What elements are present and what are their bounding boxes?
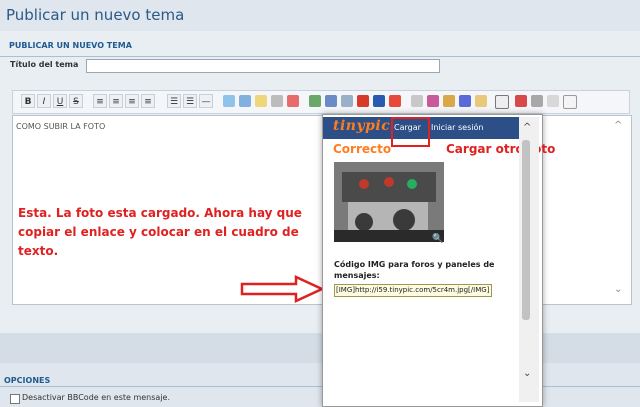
zoom-icon[interactable]: 🔍 — [432, 234, 443, 244]
underline-button[interactable]: U — [53, 94, 67, 108]
font-icon[interactable] — [427, 95, 439, 107]
strike-button[interactable]: S — [69, 94, 83, 108]
instruction-annotation: Esta. La foto esta cargado. Ahora hay qu… — [18, 206, 302, 258]
align-right-icon[interactable]: ≡ — [125, 94, 139, 108]
font-color-icon[interactable] — [459, 95, 471, 107]
italic-button[interactable]: I — [37, 94, 51, 108]
youtube-icon[interactable] — [357, 95, 369, 107]
disable-bbcode-label: Desactivar BBCode en este mensaje. — [22, 393, 171, 402]
form-footer — [0, 333, 640, 363]
hide-icon[interactable] — [287, 95, 299, 107]
source-icon[interactable] — [563, 95, 577, 109]
url-icon[interactable] — [341, 95, 353, 107]
clear-icon[interactable] — [547, 95, 559, 107]
heading-icon[interactable] — [411, 95, 423, 107]
spoiler-icon[interactable] — [255, 95, 267, 107]
code-icon[interactable] — [239, 95, 251, 107]
justify-icon[interactable]: ≡ — [141, 94, 155, 108]
popup-scroll-thumb[interactable] — [522, 140, 530, 320]
facebook-icon[interactable] — [373, 95, 385, 107]
nav-login[interactable]: Iniciar sesión — [431, 123, 483, 132]
cargar-highlight — [391, 117, 430, 147]
image-icon[interactable] — [309, 95, 321, 107]
link-icon[interactable] — [325, 95, 337, 107]
font-size-icon[interactable] — [443, 95, 455, 107]
status-text: Correcto — [333, 142, 392, 156]
editor-content: COMO SUBIR LA FOTO — [16, 122, 106, 131]
align-center-icon[interactable]: ≡ — [109, 94, 123, 108]
date-icon[interactable] — [515, 95, 527, 107]
img-code-label: Código IMG para foros y paneles de mensa… — [334, 260, 495, 280]
settings-icon[interactable] — [531, 95, 543, 107]
flash-icon[interactable] — [389, 95, 401, 107]
title-input[interactable] — [86, 59, 440, 73]
img-code-field[interactable]: [IMG]http://i59.tinypic.com/5cr4m.jpg[/I… — [334, 284, 492, 297]
section-label: PUBLICAR UN NUEVO TEMA — [9, 41, 132, 50]
highlight-icon[interactable] — [475, 95, 487, 107]
title-label: Título del tema — [10, 60, 79, 69]
arrow-icon — [240, 275, 325, 303]
hr-icon[interactable]: — — [199, 94, 213, 108]
editor-scroll-up-icon[interactable]: ^ — [614, 120, 622, 131]
unordered-list-icon[interactable]: ☰ — [183, 94, 197, 108]
more-icon[interactable] — [495, 95, 509, 109]
uploaded-photo — [334, 162, 444, 242]
popup-scroll-up-icon[interactable]: ^ — [523, 122, 531, 133]
editor-toolbar: B I U S ≡ ≡ ≡ ≡ ☰ ☰ — — [12, 90, 630, 114]
align-left-icon[interactable]: ≡ — [93, 94, 107, 108]
options-divider — [0, 386, 640, 387]
options-label: OPCIONES — [4, 376, 51, 385]
tinypic-logo: tinypic — [333, 118, 391, 134]
quote-icon[interactable] — [223, 95, 235, 107]
editor-scroll-down-icon[interactable]: ⌄ — [614, 284, 622, 295]
disable-bbcode-checkbox[interactable] — [10, 394, 20, 404]
ordered-list-icon[interactable]: ☰ — [167, 94, 181, 108]
page-title: Publicar un nuevo tema — [6, 6, 185, 24]
bold-button[interactable]: B — [21, 94, 35, 108]
table-icon[interactable] — [271, 95, 283, 107]
popup-scroll-down-icon[interactable]: ⌄ — [523, 368, 531, 379]
